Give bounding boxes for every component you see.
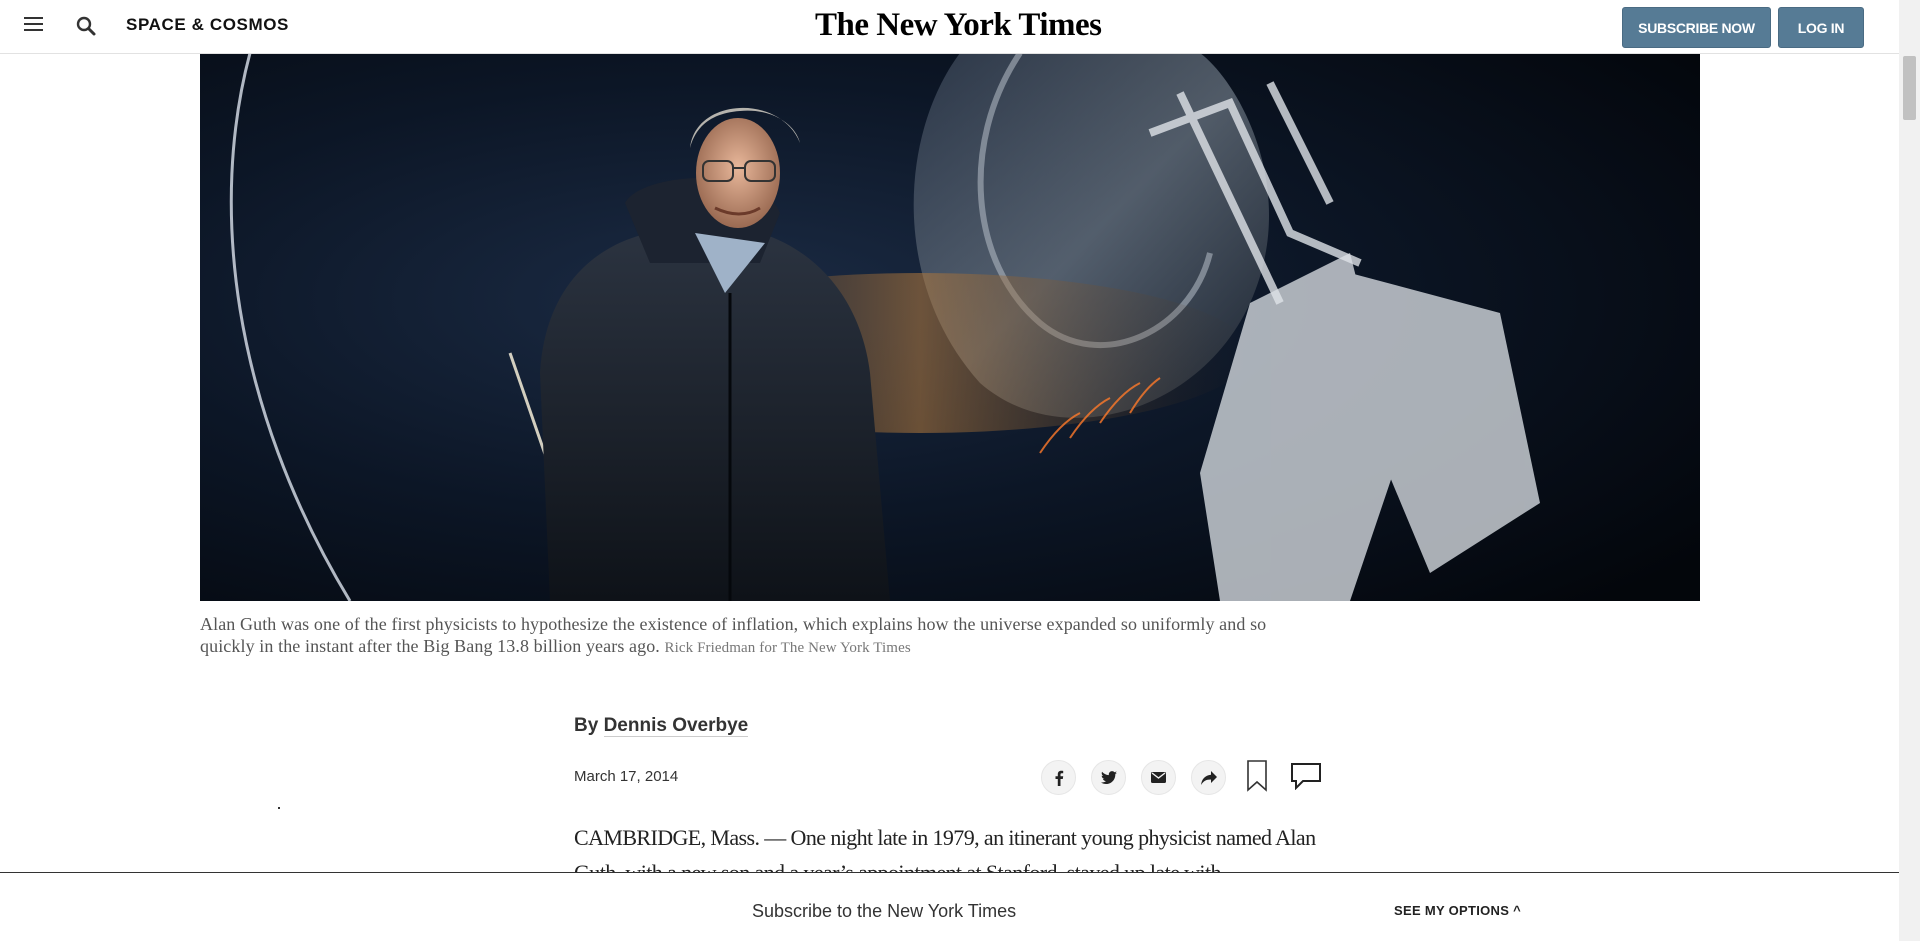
bookmark-icon[interactable] <box>1245 759 1269 793</box>
publish-date: March 17, 2014 <box>574 768 679 785</box>
site-header: SPACE & COSMOS The New York Times SUBSCR… <box>0 0 1899 54</box>
facebook-icon[interactable] <box>1041 760 1076 795</box>
byline: By Dennis Overbye <box>574 715 749 737</box>
photo-caption: Alan Guth was one of the first physicist… <box>200 613 1310 659</box>
author-link[interactable]: Dennis Overbye <box>603 715 749 737</box>
byline-prefix: By <box>574 715 599 736</box>
subscribe-button[interactable]: SUBSCRIBE NOW <box>1622 7 1771 48</box>
scrollbar[interactable] <box>1899 0 1920 941</box>
subscribe-banner: Subscribe to the New York Times SEE MY O… <box>0 872 1899 942</box>
search-icon[interactable] <box>75 15 97 37</box>
see-options-button[interactable]: SEE MY OPTIONS ^ <box>1394 903 1521 918</box>
decorative-dot <box>278 807 280 809</box>
subscribe-banner-text: Subscribe to the New York Times <box>752 901 1017 921</box>
menu-icon[interactable] <box>24 17 44 33</box>
nyt-logo[interactable]: The New York Times <box>815 7 1102 44</box>
section-title[interactable]: SPACE & COSMOS <box>126 15 289 35</box>
login-button[interactable]: LOG IN <box>1778 7 1864 48</box>
scrollbar-thumb[interactable] <box>1903 56 1916 120</box>
comment-icon[interactable] <box>1290 762 1322 791</box>
photo-credit: Rick Friedman for The New York Times <box>664 640 911 656</box>
email-icon[interactable] <box>1141 760 1176 795</box>
hero-photo <box>200 53 1700 601</box>
share-icon[interactable] <box>1191 760 1226 795</box>
twitter-icon[interactable] <box>1091 760 1126 795</box>
